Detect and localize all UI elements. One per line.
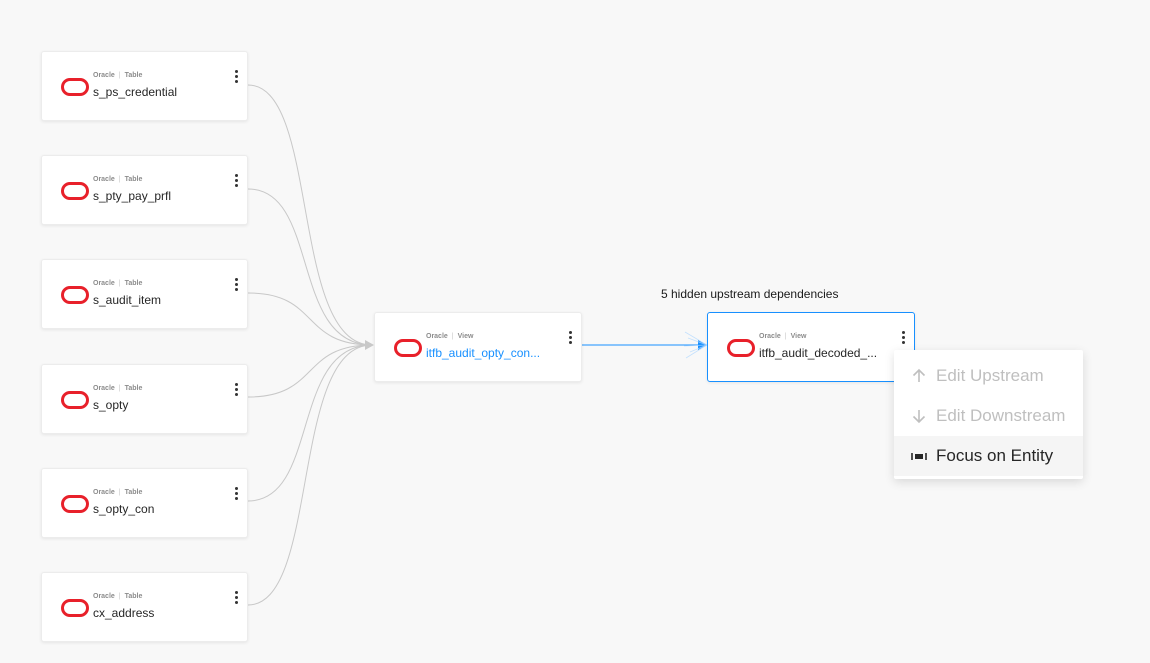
more-vertical-icon[interactable]	[898, 327, 908, 347]
node-s_opty_con[interactable]: Oracle | Table s_opty_con	[41, 468, 248, 538]
more-vertical-icon[interactable]	[231, 170, 241, 190]
menu-item-label: Focus on Entity	[936, 446, 1054, 465]
menu-item-focus-entity[interactable]: Focus on Entity	[894, 436, 1083, 476]
oracle-logo-icon	[61, 495, 89, 513]
edge-s_ps_credential	[247, 84, 373, 346]
node-name: s_audit_item	[93, 293, 162, 307]
node-cx_address[interactable]: Oracle | Table cx_address	[41, 572, 248, 642]
edge-s_opty	[247, 344, 373, 398]
focus-icon	[910, 447, 928, 465]
node-name: s_ps_credential	[93, 85, 178, 99]
node-s_ps_credential[interactable]: Oracle | Table s_ps_credential	[41, 51, 248, 121]
arrow-up-icon	[910, 367, 928, 385]
oracle-logo-icon	[61, 599, 89, 617]
more-vertical-icon[interactable]	[565, 327, 575, 347]
node-s_audit_item[interactable]: Oracle | Table s_audit_item	[41, 259, 248, 329]
edge-s_opty_con	[247, 344, 373, 502]
more-vertical-icon[interactable]	[231, 483, 241, 503]
more-vertical-icon[interactable]	[231, 379, 241, 399]
node-platform-label: Oracle | View	[759, 333, 807, 340]
node-platform-label: Oracle | Table	[93, 489, 143, 496]
oracle-logo-icon	[727, 339, 755, 357]
menu-item-edit-upstream[interactable]: Edit Upstream	[894, 356, 1083, 396]
node-target-view[interactable]: Oracle | View itfb_audit_decoded_...	[707, 312, 915, 382]
hidden-upstream-label[interactable]: 5 hidden upstream dependencies	[661, 287, 838, 301]
node-middle-view[interactable]: Oracle | View itfb_audit_opty_con...	[374, 312, 582, 382]
oracle-logo-icon	[61, 391, 89, 409]
node-context-menu: Edit Upstream Edit Downstream Focus on E…	[894, 350, 1083, 479]
node-platform-label: Oracle | Table	[93, 593, 143, 600]
more-vertical-icon[interactable]	[231, 274, 241, 294]
node-s_opty[interactable]: Oracle | Table s_opty	[41, 364, 248, 434]
node-platform-label: Oracle | Table	[93, 176, 143, 183]
node-name: s_opty	[93, 398, 129, 412]
edge-cx_address	[247, 344, 373, 606]
arrow-down-icon	[910, 407, 928, 425]
node-platform-label: Oracle | Table	[93, 385, 143, 392]
oracle-logo-icon	[394, 339, 422, 357]
node-name: itfb_audit_decoded_...	[759, 346, 878, 360]
oracle-logo-icon	[61, 78, 89, 96]
node-platform-label: Oracle | Table	[93, 72, 143, 79]
node-s_pty_pay_prfl[interactable]: Oracle | Table s_pty_pay_prfl	[41, 155, 248, 225]
more-vertical-icon[interactable]	[231, 587, 241, 607]
edge-arrowhead-middle	[365, 340, 374, 350]
oracle-logo-icon	[61, 286, 89, 304]
menu-item-edit-downstream[interactable]: Edit Downstream	[894, 396, 1083, 436]
oracle-logo-icon	[61, 182, 89, 200]
edge-s_pty_pay_prfl	[247, 188, 373, 346]
node-name: s_pty_pay_prfl	[93, 189, 172, 203]
node-platform-label: Oracle | View	[426, 333, 474, 340]
node-platform-label: Oracle | Table	[93, 280, 143, 287]
edge-s_audit_item	[247, 292, 373, 346]
node-name-link[interactable]: itfb_audit_opty_con...	[426, 346, 554, 360]
more-vertical-icon[interactable]	[231, 66, 241, 86]
menu-item-label: Edit Upstream	[936, 366, 1044, 385]
node-name: s_opty_con	[93, 502, 155, 516]
menu-item-label: Edit Downstream	[936, 406, 1066, 425]
node-name: cx_address	[93, 606, 155, 620]
